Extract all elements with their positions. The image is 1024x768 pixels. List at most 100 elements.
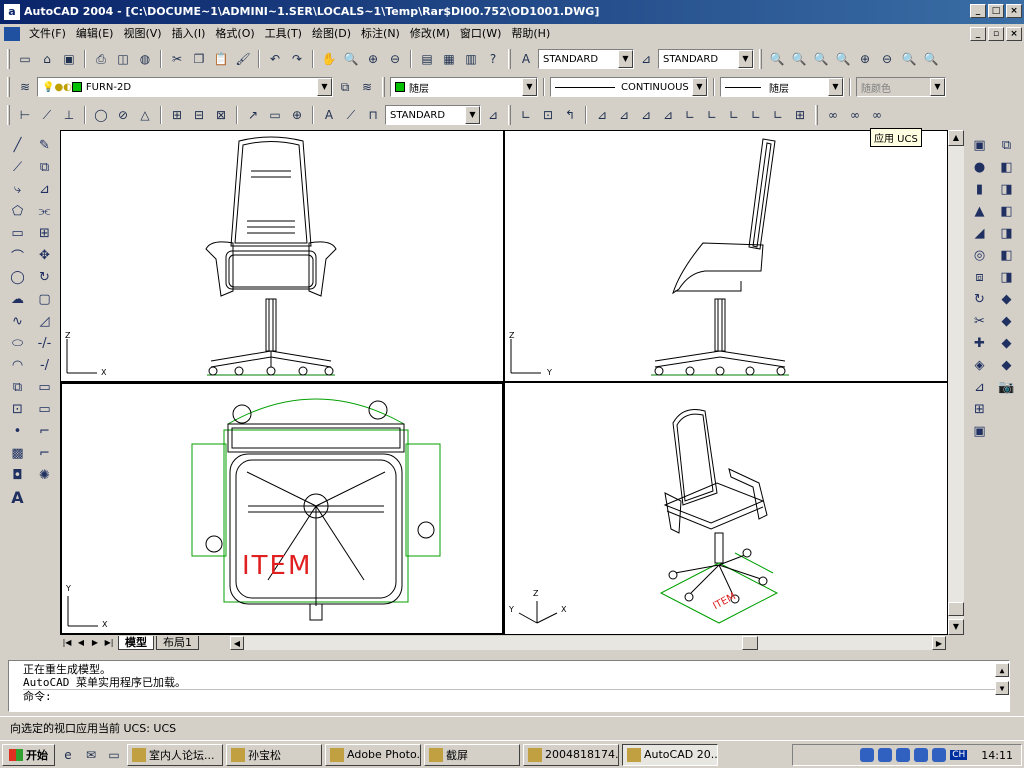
dimension-edit-icon[interactable]: A (319, 105, 339, 125)
dimension-style-icon[interactable]: ⊿ (483, 105, 503, 125)
explode-icon[interactable]: ✺ (31, 464, 58, 486)
chevron-down-icon[interactable]: ▼ (930, 78, 945, 96)
zoom-out-icon[interactable]: ⊖ (877, 49, 897, 69)
trim-icon[interactable]: -/- (31, 332, 58, 354)
ucs-x-icon[interactable]: ∟ (724, 105, 744, 125)
view-ne-iso-icon[interactable]: ◆ (993, 332, 1020, 354)
make-object-layer-current-icon[interactable]: ⧉ (335, 77, 355, 97)
revolve-icon[interactable]: ↻ (966, 288, 993, 310)
ucs-origin-icon[interactable]: ⊿ (658, 105, 678, 125)
setup-profile-icon[interactable]: ▣ (966, 420, 993, 442)
move-icon[interactable]: ✥ (31, 244, 58, 266)
spline-icon[interactable]: ∿ (4, 310, 31, 332)
lineweight-select[interactable]: 随层 ▼ (720, 77, 844, 97)
angular-dimension-icon[interactable]: △ (135, 105, 155, 125)
design-center-icon[interactable]: ▦ (439, 49, 459, 69)
pan-realtime-icon[interactable]: ✋ (319, 49, 339, 69)
doc-close-button[interactable]: × (1006, 27, 1022, 41)
menu-view[interactable]: 视图(V) (118, 24, 166, 44)
dim-style-select-2[interactable]: STANDARD ▼ (385, 105, 481, 125)
cylinder-icon[interactable]: ▮ (966, 178, 993, 200)
close-button[interactable]: × (1006, 4, 1022, 18)
stretch-icon[interactable]: ◿ (31, 310, 58, 332)
color-select[interactable]: 随层 ▼ (390, 77, 538, 97)
cmd-scroll-up-icon[interactable]: ▲ (995, 663, 1009, 677)
command-line-window[interactable]: 正在重生成模型。 AutoCAD 菜单实用程序已加载。 命令: ▲ ▼ (8, 660, 1010, 712)
antivirus-icon[interactable] (896, 748, 911, 762)
view-left-icon[interactable]: ◧ (993, 200, 1020, 222)
command-prompt[interactable]: 命令: (23, 689, 1009, 703)
view-front-icon[interactable]: ◧ (993, 244, 1020, 266)
tab-model[interactable]: 模型 (118, 636, 154, 650)
viewport-side[interactable]: Z Y (504, 130, 948, 382)
ordinate-dimension-icon[interactable]: ⊥ (59, 105, 79, 125)
extend-icon[interactable]: -/ (31, 354, 58, 376)
new-file-icon[interactable]: ▭ (15, 49, 35, 69)
box-solid-icon[interactable]: ▣ (966, 134, 993, 156)
break-icon[interactable]: ▭ (31, 398, 58, 420)
paste-icon[interactable]: 📋 (211, 49, 231, 69)
autocad-app-icon[interactable]: a (4, 4, 20, 20)
ucs-world-icon[interactable]: ⊡ (538, 105, 558, 125)
dimension-text-edit-icon[interactable]: ⟋ (341, 105, 361, 125)
dimension-update-icon[interactable]: ⊓ (363, 105, 383, 125)
text-style-icon[interactable]: A (516, 49, 536, 69)
save-icon[interactable]: ▣ (59, 49, 79, 69)
polygon-icon[interactable]: ⬠ (4, 200, 31, 222)
task-folder-1[interactable]: 孙宝松 (226, 743, 322, 766)
viewport-front[interactable]: Z X (60, 130, 504, 382)
view-bottom-icon[interactable]: ◨ (993, 178, 1020, 200)
zoom-realtime-icon[interactable]: 🔍 (341, 49, 361, 69)
layer-manager-icon[interactable]: ≋ (15, 77, 35, 97)
radius-dimension-icon[interactable]: ◯ (91, 105, 111, 125)
menu-file[interactable]: 文件(F) (24, 24, 71, 44)
doc-restore-button[interactable]: ▫ (988, 27, 1004, 41)
layer-select[interactable]: 💡●◐ FURN-2D ▼ (37, 77, 333, 97)
chevron-down-icon[interactable]: ▼ (317, 78, 332, 96)
menu-dimension[interactable]: 标注(N) (356, 24, 405, 44)
polyline-icon[interactable]: ⤷ (4, 178, 31, 200)
zoom-previous-icon[interactable]: ⊖ (385, 49, 405, 69)
chevron-down-icon[interactable]: ▼ (738, 50, 753, 68)
drawing-area[interactable]: Z X Z Y ITEM Y X ITEM Z Y X (60, 130, 948, 635)
task-autocad[interactable]: AutoCAD 20... (622, 743, 718, 766)
diameter-dimension-icon[interactable]: ⊘ (113, 105, 133, 125)
task-folder-2[interactable]: 截屏 (424, 743, 520, 766)
menu-window[interactable]: 窗口(W) (455, 24, 506, 44)
prev-tab-icon[interactable]: ◀ (74, 636, 88, 650)
ucs-zaxis-icon[interactable]: ∟ (680, 105, 700, 125)
horizontal-scrollbar[interactable]: ◀ ▶ (230, 636, 946, 650)
properties-icon[interactable]: ▤ (417, 49, 437, 69)
hatch-icon[interactable]: ▩ (4, 442, 31, 464)
slice-icon[interactable]: ✂ (966, 310, 993, 332)
ellipse-icon[interactable]: ⬭ (4, 332, 31, 354)
toolbar-grip[interactable] (7, 49, 10, 69)
camera-icon[interactable]: 📷 (993, 376, 1020, 398)
document-icon[interactable] (4, 27, 20, 41)
zoom-center-icon[interactable]: 🔍 (811, 49, 831, 69)
rotate-icon[interactable]: ↻ (31, 266, 58, 288)
next-tab-icon[interactable]: ▶ (88, 636, 102, 650)
zoom-all-icon[interactable]: ⊕ (855, 49, 875, 69)
extrude-icon[interactable]: ⧈ (966, 266, 993, 288)
sphere-icon[interactable]: ● (966, 156, 993, 178)
scroll-right-arrow-icon[interactable]: ▶ (932, 636, 946, 650)
ime-indicator[interactable]: CH (950, 750, 968, 760)
menu-draw[interactable]: 绘图(D) (307, 24, 356, 44)
task-forum[interactable]: 室内人论坛... (127, 743, 223, 766)
layer-previous-icon[interactable]: ≋ (357, 77, 377, 97)
match-properties-icon[interactable]: 🖌 (233, 49, 253, 69)
volume-icon[interactable] (860, 748, 875, 762)
cut-icon[interactable]: ✂ (167, 49, 187, 69)
viewport-top[interactable]: ITEM Y X (60, 382, 504, 635)
scroll-up-arrow-icon[interactable]: ▲ (948, 130, 964, 146)
start-button[interactable]: 开始 (2, 743, 55, 766)
linear-dimension-icon[interactable]: ⊢ (15, 105, 35, 125)
point-icon[interactable]: • (4, 420, 31, 442)
zoom-limits-icon[interactable]: 🔍 (921, 49, 941, 69)
mirror-icon[interactable]: ⊿ (31, 178, 58, 200)
network-icon[interactable] (878, 748, 893, 762)
chevron-down-icon[interactable]: ▼ (692, 78, 707, 96)
insert-block-icon[interactable]: ⧉ (4, 376, 31, 398)
maximize-button[interactable]: □ (988, 4, 1004, 18)
